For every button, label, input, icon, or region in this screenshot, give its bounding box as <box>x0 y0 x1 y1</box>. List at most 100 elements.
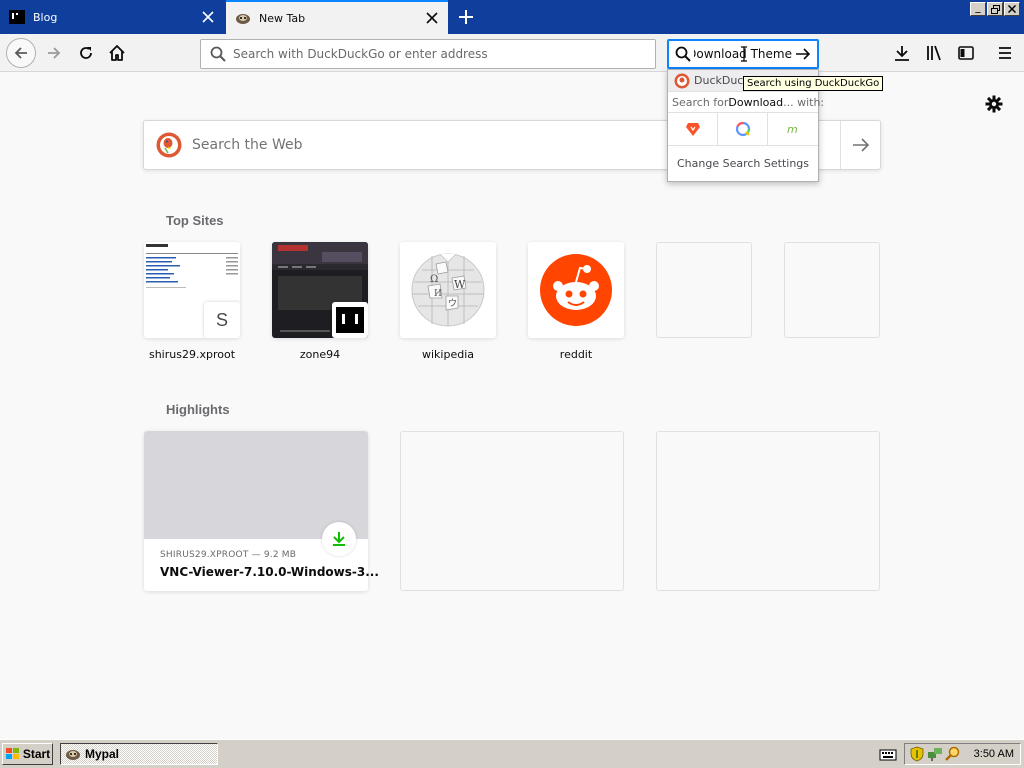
svg-text:Ω: Ω <box>430 274 438 285</box>
back-button[interactable] <box>6 38 36 68</box>
top-site-label: wikipedia <box>421 348 474 361</box>
web-search-go-button[interactable] <box>840 121 880 169</box>
magnifier-icon[interactable] <box>945 746 961 762</box>
blog-favicon-icon <box>9 10 25 24</box>
download-badge <box>322 522 356 556</box>
plus-icon <box>459 10 473 24</box>
back-arrow-icon <box>14 47 27 59</box>
taskbar-item-label: Mypal <box>85 747 120 761</box>
minimize-button[interactable]: _ <box>970 2 986 16</box>
top-site-tile[interactable]: S shirus29.xproot <box>144 242 240 361</box>
top-site-tile[interactable]: Ω W И ウ wikipedia <box>400 242 496 361</box>
navigation-toolbar <box>0 34 1024 72</box>
one-off-engines: m <box>668 112 818 146</box>
start-button[interactable]: Start <box>2 743 53 765</box>
search-for-prefix: Search for <box>672 95 729 109</box>
address-bar[interactable] <box>200 39 656 69</box>
search-tooltip: Search using DuckDuckGo <box>743 76 884 91</box>
taskbar-item-mypal[interactable]: Mypal <box>60 743 218 765</box>
engine-mojeek-button[interactable]: m <box>768 112 818 146</box>
library-icon <box>927 45 941 61</box>
engine-qwant-button[interactable] <box>718 112 768 146</box>
library-button[interactable] <box>920 39 948 67</box>
shield-icon[interactable] <box>909 746 925 762</box>
top-site-placeholder[interactable] <box>784 242 880 338</box>
reload-button[interactable] <box>72 39 100 67</box>
arrow-right-icon <box>796 48 811 60</box>
mypal-favicon-icon <box>236 14 250 24</box>
taskbar-clock: 3:50 AM <box>973 748 1014 760</box>
highlight-placeholder <box>656 431 880 591</box>
zone94-icon <box>336 307 364 333</box>
restore-button[interactable] <box>987 2 1003 16</box>
keyboard-icon[interactable] <box>879 746 897 762</box>
tab-strip: Blog New Tab _ <box>0 0 1024 34</box>
windows-taskbar: Start Mypal 3:50 AM <box>0 739 1024 768</box>
reddit-logo-icon <box>528 242 624 338</box>
tab-new-tab[interactable]: New Tab <box>226 0 448 34</box>
svg-text:W: W <box>454 278 466 291</box>
highlight-title: VNC-Viewer-7.10.0-Windows-3... <box>160 565 379 579</box>
top-site-thumbnail: S <box>144 242 240 338</box>
downloads-button[interactable] <box>888 39 916 67</box>
tab-title: Blog <box>33 10 58 24</box>
empty-site-slot <box>784 242 880 338</box>
close-tab-icon[interactable] <box>422 8 442 28</box>
top-site-thumbnail: Ω W И ウ <box>400 242 496 338</box>
top-site-thumbnail <box>528 242 624 338</box>
top-sites-heading: Top Sites <box>166 213 224 228</box>
new-tab-button[interactable] <box>452 4 480 30</box>
qwant-icon <box>735 121 750 137</box>
mypal-app-icon <box>66 750 80 760</box>
window-controls: _ <box>970 2 1020 16</box>
svg-text:m: m <box>787 123 798 136</box>
sidebar-button[interactable] <box>952 39 980 67</box>
text-cursor-icon <box>741 46 747 62</box>
forward-button[interactable] <box>40 39 68 67</box>
highlight-meta: SHIRUS29.XPROOT — 9.2 MB <box>160 550 297 560</box>
top-site-label: shirus29.xproot <box>148 348 236 361</box>
search-go-button[interactable] <box>792 43 814 65</box>
top-site-tile[interactable]: zone94 <box>272 242 368 361</box>
system-tray: 3:50 AM <box>904 743 1021 765</box>
duckduckgo-icon <box>674 73 690 88</box>
home-icon <box>109 45 125 61</box>
site-favicon-badge <box>332 302 368 338</box>
wikipedia-logo-icon: Ω W И ウ <box>400 242 496 338</box>
reload-icon <box>80 47 92 59</box>
duckduckgo-logo-icon <box>156 132 182 158</box>
empty-site-slot <box>656 242 752 338</box>
highlight-card[interactable]: SHIRUS29.XPROOT — 9.2 MB VNC-Viewer-7.10… <box>144 431 379 591</box>
change-search-settings-button[interactable]: Change Search Settings <box>668 146 818 180</box>
tab-blog[interactable]: Blog <box>0 0 224 34</box>
highlights-heading: Highlights <box>166 402 230 417</box>
download-icon <box>333 532 345 546</box>
top-site-tile[interactable]: reddit <box>528 242 624 361</box>
search-for-suffix: ... with: <box>783 95 825 109</box>
brave-icon <box>685 123 700 136</box>
mojeek-icon: m <box>787 123 798 136</box>
search-term: Download <box>728 95 784 109</box>
home-button[interactable] <box>103 39 131 67</box>
start-label: Start <box>22 747 51 761</box>
gear-icon <box>985 95 1003 113</box>
address-input[interactable] <box>233 47 655 61</box>
close-tab-icon[interactable] <box>198 7 218 27</box>
site-favicon-badge: S <box>204 302 240 338</box>
site-letter-icon: S <box>215 309 228 330</box>
newtab-settings-button[interactable] <box>984 94 1004 114</box>
menu-button[interactable] <box>991 39 1019 67</box>
top-site-placeholder[interactable] <box>656 242 752 338</box>
popup-search-for-label: Search for Download ... with: <box>668 92 824 112</box>
top-site-label: zone94 <box>299 348 341 361</box>
engine-brave-button[interactable] <box>668 112 718 146</box>
top-site-thumbnail <box>272 242 368 338</box>
top-site-label: reddit <box>559 348 593 361</box>
forward-arrow-icon <box>48 47 61 59</box>
download-icon <box>895 46 909 61</box>
close-window-button[interactable] <box>1004 2 1020 16</box>
svg-text:ウ: ウ <box>448 298 457 309</box>
search-icon <box>675 46 691 62</box>
network-icon[interactable] <box>927 746 943 762</box>
tab-title: New Tab <box>259 11 306 25</box>
